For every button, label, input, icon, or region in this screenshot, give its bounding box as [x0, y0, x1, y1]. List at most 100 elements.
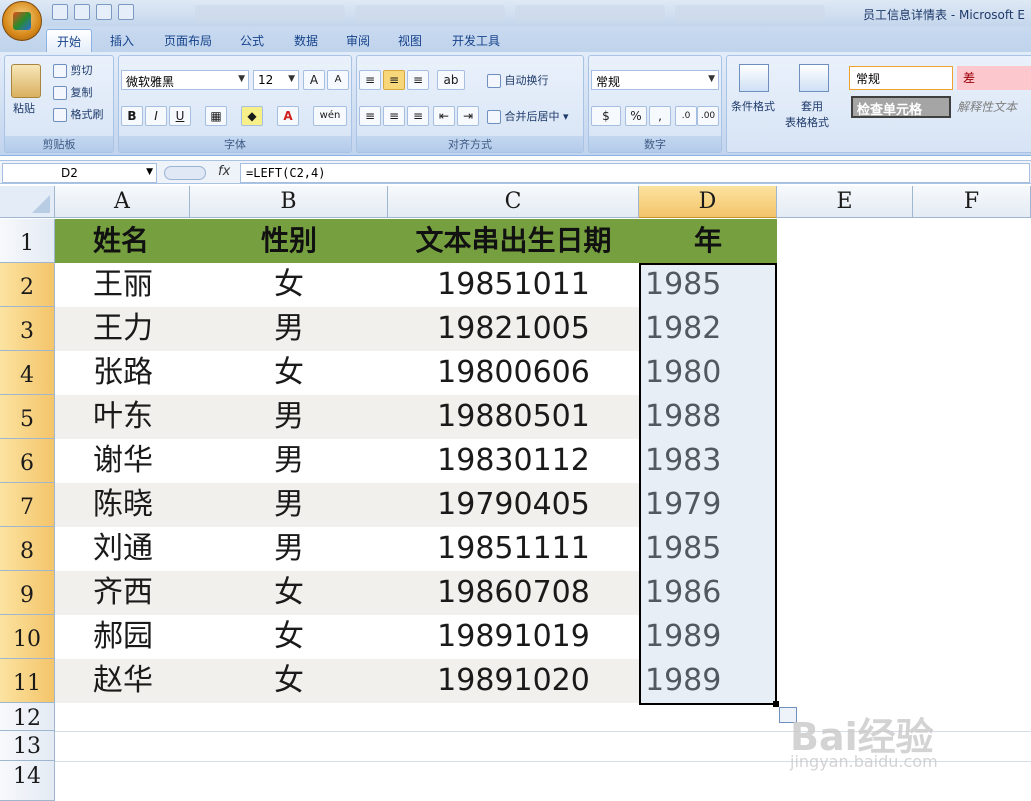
table-format-label-2[interactable]: 表格格式 [785, 114, 829, 130]
cell-year[interactable]: 1985 [639, 263, 777, 307]
row-header-11[interactable]: 11 [0, 659, 55, 703]
increase-indent-icon[interactable]: ⇥ [457, 106, 479, 126]
column-header-f[interactable]: F [913, 186, 1031, 218]
tab-developer[interactable]: 开发工具 [442, 29, 510, 52]
save-icon[interactable] [52, 4, 68, 20]
comma-button[interactable]: , [649, 106, 671, 126]
align-left-icon[interactable]: ≡ [359, 106, 381, 126]
row-header-9[interactable]: 9 [0, 571, 55, 615]
cell-year[interactable]: 1989 [639, 615, 777, 659]
cell-birthdate[interactable]: 19851111 [388, 527, 639, 571]
grow-font-button[interactable]: A [303, 70, 325, 90]
style-normal[interactable]: 常规 [849, 66, 953, 90]
cell-gender[interactable]: 男 [190, 527, 388, 571]
formula-bar-resize-handle[interactable] [164, 166, 206, 180]
tab-view[interactable]: 视图 [388, 29, 432, 52]
align-middle-icon[interactable]: ≡ [383, 70, 405, 90]
shrink-font-button[interactable]: A [327, 70, 349, 90]
cell-d1[interactable]: 年 [639, 219, 777, 263]
style-bad[interactable]: 差 [957, 66, 1031, 90]
cell-gender[interactable]: 女 [190, 263, 388, 307]
align-top-icon[interactable]: ≡ [359, 70, 381, 90]
tab-insert[interactable]: 插入 [100, 29, 144, 52]
format-painter-button[interactable]: 格式刷 [71, 108, 104, 121]
row-header-3[interactable]: 3 [0, 307, 55, 351]
tab-page-layout[interactable]: 页面布局 [154, 29, 222, 52]
cell-c1[interactable]: 文本串出生日期 [388, 219, 639, 263]
cell-gender[interactable]: 男 [190, 307, 388, 351]
phonetic-guide-button[interactable]: wén [313, 106, 347, 126]
bold-button[interactable]: B [121, 106, 143, 126]
row-header-10[interactable]: 10 [0, 615, 55, 659]
select-all-button[interactable] [0, 186, 55, 218]
orientation-icon[interactable]: ab [437, 70, 465, 90]
border-icon[interactable]: ▦ [205, 106, 227, 126]
decrease-indent-icon[interactable]: ⇤ [433, 106, 455, 126]
paste-button[interactable]: 粘贴 [13, 100, 35, 116]
copy-button[interactable]: 复制 [71, 86, 93, 99]
row-header-13[interactable]: 13 [0, 731, 55, 761]
tab-home[interactable]: 开始 [46, 29, 93, 52]
font-size-select[interactable]: 12 ▼ [253, 70, 299, 90]
cell-name[interactable]: 陈晓 [55, 483, 190, 527]
cell-year[interactable]: 1979 [639, 483, 777, 527]
cell-gender[interactable]: 男 [190, 395, 388, 439]
column-header-e[interactable]: E [777, 186, 913, 218]
table-format-icon[interactable] [799, 64, 829, 92]
row-header-7[interactable]: 7 [0, 483, 55, 527]
cell-year[interactable]: 1989 [639, 659, 777, 703]
cell-birthdate[interactable]: 19851011 [388, 263, 639, 307]
cell-name[interactable]: 张路 [55, 351, 190, 395]
cell-year[interactable]: 1986 [639, 571, 777, 615]
cell-name[interactable]: 赵华 [55, 659, 190, 703]
column-header-b[interactable]: B [190, 186, 388, 218]
cell-gender[interactable]: 男 [190, 483, 388, 527]
conditional-format-icon[interactable] [739, 64, 769, 92]
cell-gender[interactable]: 男 [190, 439, 388, 483]
italic-button[interactable]: I [145, 106, 167, 126]
cell-birthdate[interactable]: 19821005 [388, 307, 639, 351]
cell-b1[interactable]: 性别 [190, 219, 388, 263]
tab-formulas[interactable]: 公式 [230, 29, 274, 52]
cell-year[interactable]: 1985 [639, 527, 777, 571]
cell-birthdate[interactable]: 19800606 [388, 351, 639, 395]
cell-name[interactable]: 齐西 [55, 571, 190, 615]
align-right-icon[interactable]: ≡ [407, 106, 429, 126]
percent-button[interactable]: % [625, 106, 647, 126]
cell-year[interactable]: 1988 [639, 395, 777, 439]
cell-name[interactable]: 王力 [55, 307, 190, 351]
row-header-2[interactable]: 2 [0, 263, 55, 307]
insert-function-icon[interactable]: fx [218, 164, 230, 179]
style-explanatory[interactable]: 解释性文本 [957, 98, 1017, 115]
font-name-select[interactable]: 微软雅黑 ▼ [121, 70, 249, 90]
cell-year[interactable]: 1982 [639, 307, 777, 351]
undo-icon[interactable] [74, 4, 90, 20]
cell-gender[interactable]: 女 [190, 659, 388, 703]
cell-a1[interactable]: 姓名 [55, 219, 190, 263]
column-header-c[interactable]: C [388, 186, 639, 218]
font-color-icon[interactable]: A [277, 106, 299, 126]
row-header-14[interactable]: 14 [0, 761, 55, 801]
fill-color-icon[interactable]: ◆ [241, 106, 263, 126]
increase-decimal-icon[interactable]: .0 [675, 106, 697, 126]
column-header-d[interactable]: D [639, 186, 777, 218]
office-button[interactable] [2, 1, 42, 41]
redo-icon[interactable] [96, 4, 112, 20]
decrease-decimal-icon[interactable]: .00 [697, 106, 719, 126]
style-check-cell[interactable]: 检查单元格 [851, 96, 951, 118]
underline-button[interactable]: U [169, 106, 191, 126]
cell-gender[interactable]: 女 [190, 351, 388, 395]
row-header-12[interactable]: 12 [0, 703, 55, 731]
row-header-1[interactable]: 1 [0, 219, 55, 263]
column-header-a[interactable]: A [55, 186, 190, 218]
cell-birthdate[interactable]: 19880501 [388, 395, 639, 439]
cut-button[interactable]: 剪切 [71, 64, 93, 77]
cell-gender[interactable]: 女 [190, 615, 388, 659]
cell-name[interactable]: 郝园 [55, 615, 190, 659]
align-bottom-icon[interactable]: ≡ [407, 70, 429, 90]
paste-icon[interactable] [11, 64, 41, 98]
cell-year[interactable]: 1980 [639, 351, 777, 395]
print-preview-icon[interactable] [118, 4, 134, 20]
formula-input[interactable]: =LEFT(C2,4) [240, 163, 1030, 183]
wrap-text-button[interactable]: 自动换行 [505, 74, 549, 87]
